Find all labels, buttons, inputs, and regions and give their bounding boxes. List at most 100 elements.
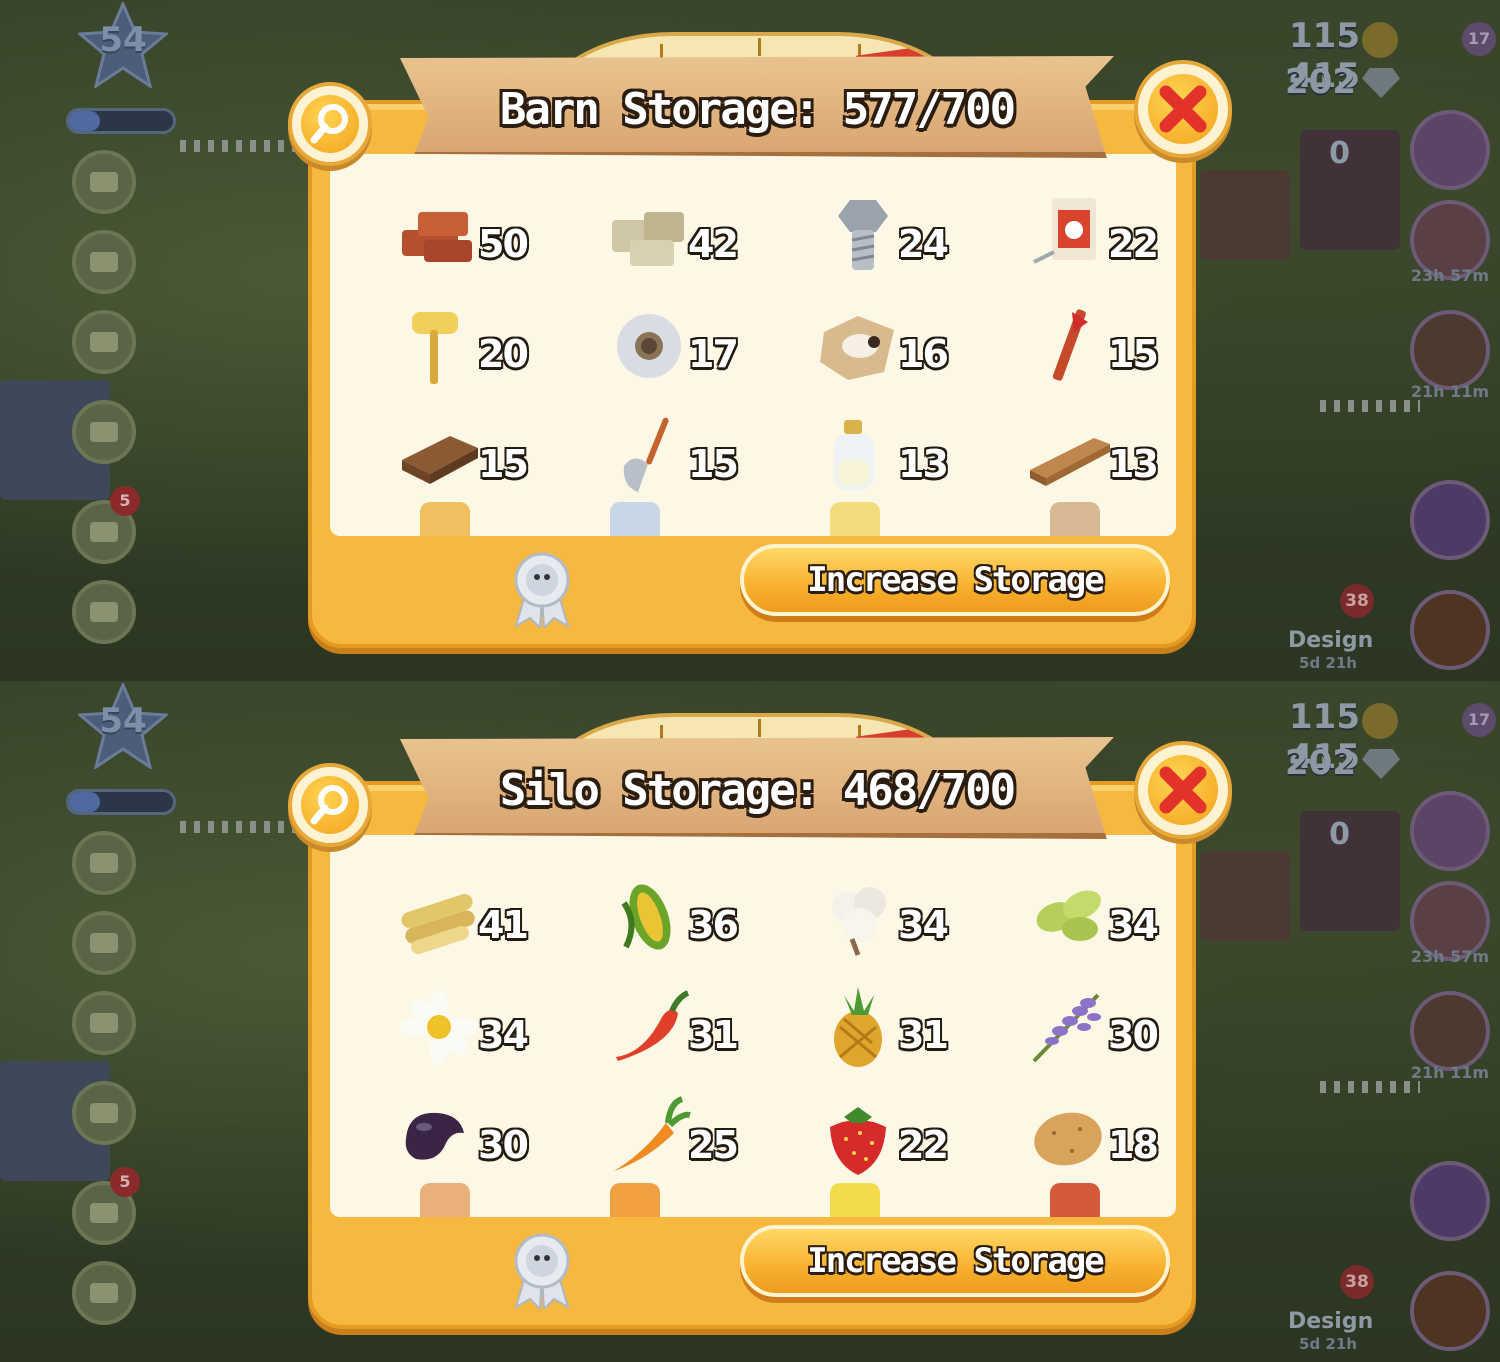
event-button[interactable] — [1410, 310, 1490, 390]
potato-icon — [1034, 1112, 1102, 1166]
event-button[interactable] — [1410, 480, 1490, 560]
orders-button[interactable] — [72, 150, 136, 214]
item-count: 24 — [898, 222, 949, 266]
event-button[interactable] — [1410, 991, 1490, 1071]
storage-item[interactable]: 24 — [784, 188, 994, 298]
search-button-core — [301, 776, 359, 834]
book-icon — [90, 522, 118, 542]
search-button[interactable] — [288, 82, 372, 166]
dialog-title: Barn Storage: 577/700 — [499, 84, 1016, 135]
storage-item[interactable]: 17 — [574, 298, 784, 408]
storage-item[interactable]: 31 — [574, 979, 784, 1089]
mail-button[interactable] — [72, 911, 136, 975]
diamond-count: 202 — [1285, 743, 1356, 783]
shop-button[interactable] — [72, 580, 136, 644]
storage-item[interactable]: 34 — [784, 869, 994, 979]
storage-item[interactable]: 22 — [994, 188, 1176, 298]
design-label[interactable]: Design — [1288, 1309, 1373, 1334]
partial-item — [610, 1183, 660, 1217]
ribbon-icon — [514, 1233, 570, 1309]
duct-tape-icon — [617, 314, 681, 378]
bean-icon — [405, 1112, 464, 1160]
bolt-icon — [838, 200, 888, 270]
storage-item[interactable]: 42 — [574, 188, 784, 298]
event-button[interactable] — [1410, 1161, 1490, 1241]
wood-panel-icon — [402, 436, 478, 484]
item-list[interactable]: 41 36 34 34 34 31 31 30 30 25 22 18 — [330, 835, 1176, 1217]
storage-item[interactable]: 31 — [784, 979, 994, 1089]
storage-item[interactable]: 34 — [364, 979, 574, 1089]
diamond-count: 202 — [1285, 62, 1356, 102]
increase-storage-button[interactable]: Increase Storage — [740, 1225, 1170, 1297]
item-count: 15 — [478, 442, 529, 486]
item-count: 20 — [478, 332, 529, 376]
orders-button[interactable] — [72, 831, 136, 895]
gauge-tick — [758, 38, 761, 56]
background-fence — [1320, 1081, 1420, 1093]
notification-badge: 5 — [110, 486, 140, 516]
chat-button[interactable] — [72, 991, 136, 1055]
gift-button[interactable] — [1410, 110, 1490, 190]
storage-item[interactable]: 15 — [574, 408, 784, 518]
item-count: 13 — [898, 442, 949, 486]
notification-badge: 17 — [1462, 22, 1496, 56]
design-label[interactable]: Design — [1288, 628, 1373, 653]
storage-item[interactable]: 30 — [994, 979, 1176, 1089]
storage-item[interactable]: 22 — [784, 1089, 994, 1199]
ribbon-icon — [514, 552, 570, 628]
storage-item[interactable]: 50 — [364, 188, 574, 298]
lavender-icon — [1032, 993, 1101, 1063]
partial-item — [420, 1183, 470, 1217]
chat-button[interactable] — [72, 310, 136, 374]
storage-item[interactable]: 36 — [574, 869, 784, 979]
item-grid: 41 36 34 34 34 31 31 30 30 25 22 18 — [364, 869, 1164, 1199]
newspaper-icon — [90, 853, 118, 873]
storage-item[interactable]: 34 — [994, 869, 1176, 979]
voucher-count: 0 — [1329, 136, 1350, 171]
marker-stake-icon — [1052, 309, 1088, 381]
cart-icon — [90, 602, 118, 622]
item-count: 22 — [898, 1123, 949, 1167]
shop-button[interactable] — [72, 1261, 136, 1325]
notification-badge: 17 — [1462, 703, 1496, 737]
timer-label: 21h 11m — [1410, 382, 1490, 401]
storage-item[interactable]: 25 — [574, 1089, 784, 1199]
book-icon — [90, 1203, 118, 1223]
increase-storage-label: Increase Storage — [807, 560, 1105, 600]
event-button[interactable] — [1410, 590, 1490, 670]
storage-item[interactable]: 15 — [364, 408, 574, 518]
item-list[interactable]: 50 42 24 22 20 17 16 15 15 15 13 13 — [330, 154, 1176, 536]
storage-dialog: 41 36 34 34 34 31 31 30 30 25 22 18 Increase Storag… — [308, 781, 1196, 1329]
chili-pepper-icon — [616, 990, 690, 1061]
cotton-icon — [832, 887, 886, 956]
mail-button[interactable] — [72, 230, 136, 294]
storage-item[interactable]: 13 — [784, 408, 994, 518]
diamond-icon — [1362, 749, 1400, 779]
close-icon — [1159, 766, 1207, 814]
close-button[interactable] — [1134, 60, 1232, 158]
xp-bar-fill — [69, 792, 101, 812]
background-fence — [180, 821, 310, 833]
search-button[interactable] — [288, 763, 372, 847]
storage-item[interactable]: 16 — [784, 298, 994, 408]
level-star[interactable]: 54 — [76, 681, 170, 771]
increase-storage-button[interactable]: Increase Storage — [740, 544, 1170, 616]
storage-item[interactable]: 30 — [364, 1089, 574, 1199]
chat-icon — [90, 1013, 118, 1033]
storage-item[interactable]: 41 — [364, 869, 574, 979]
level-star[interactable]: 54 — [76, 0, 170, 90]
sugarcane-icon — [401, 894, 475, 955]
storage-item[interactable]: 15 — [994, 298, 1176, 408]
magnifier-icon — [310, 104, 348, 144]
close-button[interactable] — [1134, 741, 1232, 839]
storage-item[interactable]: 20 — [364, 298, 574, 408]
soybean-icon — [1036, 890, 1101, 941]
chamomile-icon — [400, 989, 478, 1065]
event-button[interactable] — [1410, 1271, 1490, 1351]
achievements-button[interactable] — [72, 400, 136, 464]
achievements-button[interactable] — [72, 1081, 136, 1145]
timer-label: 21h 11m — [1410, 1063, 1490, 1082]
mail-icon — [90, 252, 118, 272]
gift-button[interactable] — [1410, 791, 1490, 871]
item-count: 30 — [478, 1123, 529, 1167]
